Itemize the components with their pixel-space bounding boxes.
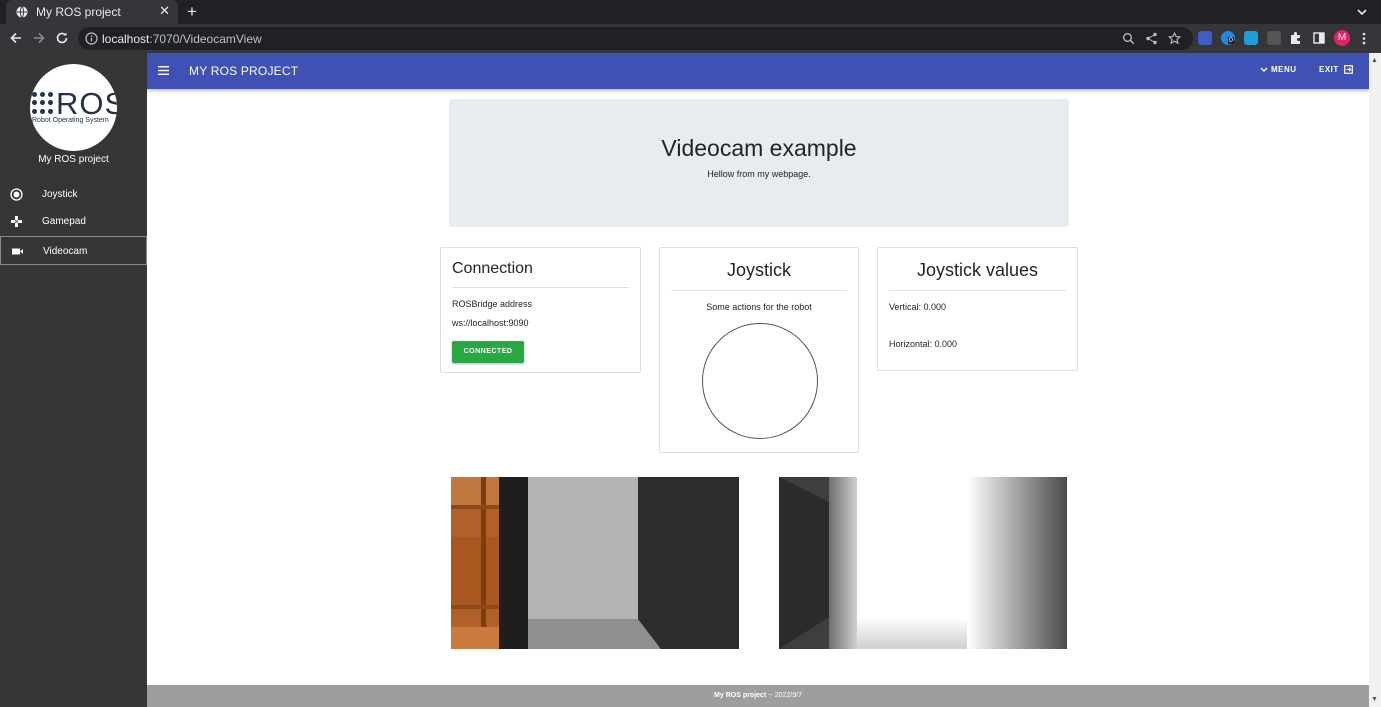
extension-badge-icon[interactable]: 0 [1221,31,1235,45]
joystick-values-card: Joystick values Vertical: 0.000 Horizont… [877,247,1078,371]
url-path: :7070/VideocamView [149,32,262,46]
address-bar[interactable]: localhost:7070/VideocamView [78,27,1193,50]
share-icon[interactable] [1145,32,1158,45]
new-tab-button[interactable]: + [187,2,197,22]
joystick-pad[interactable] [702,323,818,439]
scroll-up-arrow-icon[interactable]: ▲ [1371,57,1378,64]
navigation-drawer: ROS Robot Operating System My ROS projec… [0,53,147,707]
url-text: localhost:7070/VideocamView [102,32,262,46]
videocam-icon [12,248,23,255]
sidebar-item-label: Gamepad [42,216,86,227]
browser-tab-title: My ROS project [36,5,121,19]
exit-icon [1343,65,1353,75]
connection-card: Connection ROSBridge address ws://localh… [440,247,641,373]
chevron-down-icon [1260,67,1268,72]
camera-feed-depth-image [779,477,1067,649]
divider [671,290,847,291]
page-footer: My ROS project -- 2022/9/7 [147,685,1369,707]
ros-logo-dots [32,92,54,114]
sidebar-item-joystick[interactable]: Joystick [0,180,147,209]
page-subtitle: Hellow from my webpage. [707,169,811,179]
divider [452,287,629,288]
site-info-icon[interactable] [85,32,98,45]
camera-feed-depth [779,477,1067,649]
rosbridge-address-value: ws://localhost:9090 [452,318,529,328]
joystick-card-title: Joystick [726,260,791,280]
page-scrollbar[interactable]: ▲ ▼ [1369,53,1381,707]
exit-button-label: EXIT [1319,65,1339,74]
vertical-value: Vertical: 0.000 [889,302,947,312]
browser-tab-strip: My ROS project ✕ + [0,0,1381,24]
globe-icon [16,6,28,18]
sidebar-item-label: Videocam [43,246,88,257]
sidebar-item-label: Joystick [42,189,78,200]
menu-button[interactable]: MENU [1260,65,1297,74]
footer-project-name: My ROS project [714,692,767,699]
extension-dark-icon[interactable] [1267,31,1281,45]
zoom-search-icon[interactable] [1122,32,1135,45]
ros-logo: ROS Robot Operating System [30,64,117,151]
camera-feed-rgb-image [451,477,739,649]
horizontal-value: Horizontal: 0.000 [889,339,958,349]
page-header-jumbotron: Videocam example Hellow from my webpage. [449,99,1069,227]
hamburger-menu-icon[interactable] [158,66,169,75]
rosbridge-address-label: ROSBridge address [452,299,533,309]
app-title: MY ROS PROJECT [189,64,299,78]
joystick-card-subtitle: Some actions for the robot [706,302,812,312]
joystick-values-card-title: Joystick values [916,260,1039,280]
top-app-bar: MY ROS PROJECT MENU EXIT [147,53,1369,89]
back-arrow-icon[interactable] [8,30,24,46]
reload-icon[interactable] [54,30,70,46]
connection-status-button[interactable]: CONNECTED [452,341,524,363]
sidebar-item-videocam[interactable]: Videocam [0,236,147,265]
scroll-down-arrow-icon[interactable]: ▼ [1371,696,1378,703]
extension-s-icon[interactable] [1244,31,1258,45]
extension-badge-count: 0 [1228,37,1234,44]
exit-button[interactable]: EXIT [1319,65,1353,75]
browser-tab[interactable]: My ROS project ✕ [6,0,178,24]
side-panel-icon[interactable] [1312,31,1326,45]
divider [889,290,1066,291]
browser-menu-icon[interactable] [1362,32,1366,45]
close-tab-icon[interactable]: ✕ [159,3,170,19]
extension-shield-icon[interactable] [1198,31,1212,45]
bookmark-star-icon[interactable] [1168,32,1181,45]
footer-date: 2022/9/7 [774,692,802,699]
radio-button-icon [10,188,23,201]
sidebar-item-gamepad[interactable]: Gamepad [0,207,147,236]
connection-card-title: Connection [452,260,533,277]
footer-separator: -- [766,692,775,699]
forward-arrow-icon[interactable] [31,30,47,46]
url-host: localhost [102,32,150,46]
ros-logo-subtitle: Robot Operating System [32,117,109,124]
project-name: My ROS project [38,154,109,165]
tab-search-chevron-icon[interactable] [1355,5,1369,19]
extensions-puzzle-icon[interactable] [1289,31,1303,45]
menu-button-label: MENU [1271,65,1297,74]
joystick-card: Joystick Some actions for the robot [659,247,859,453]
camera-feed-rgb [451,477,739,649]
profile-avatar[interactable]: M [1334,30,1350,46]
browser-toolbar: localhost:7070/VideocamView 0 M [0,24,1381,53]
page-title: Videocam example [661,135,857,161]
gamepad-icon [11,216,22,227]
